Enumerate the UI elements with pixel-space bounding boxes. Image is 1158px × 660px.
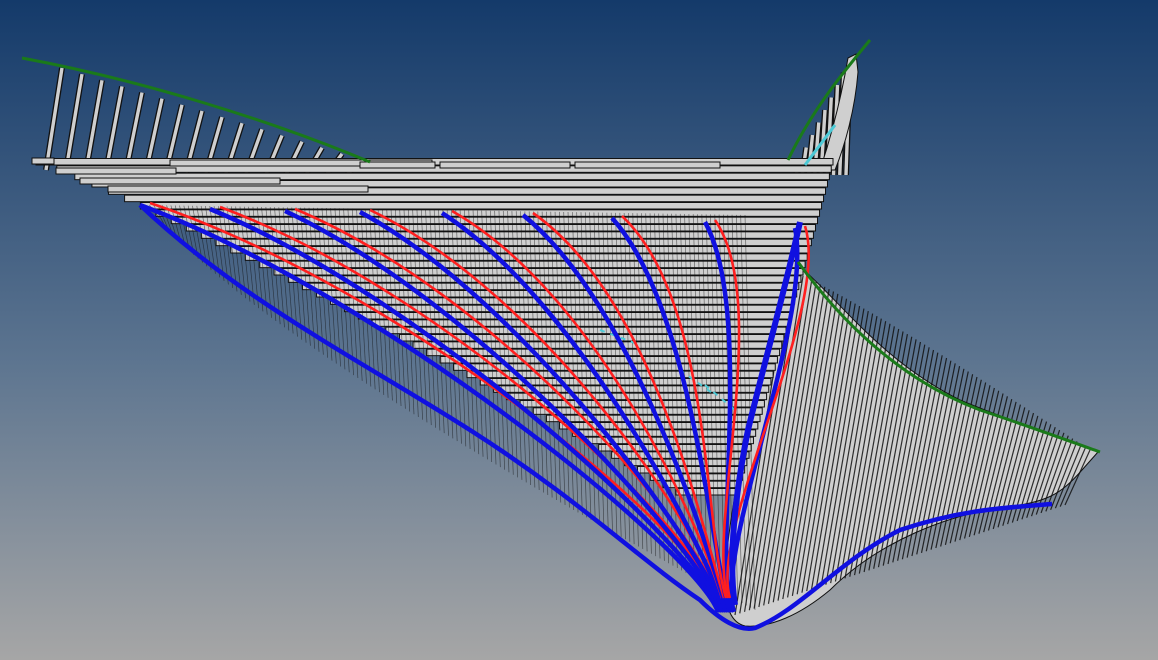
deck-plate: [359, 161, 436, 169]
hull-model-scene[interactable]: [0, 0, 1158, 660]
deck-plate: [574, 161, 721, 169]
deck-plate: [31, 157, 55, 165]
cad-3d-viewport[interactable]: [0, 0, 1158, 660]
deck-plate: [439, 161, 571, 169]
deck-stringer: [170, 216, 819, 225]
deck-plate: [79, 177, 281, 185]
deck-stringer: [139, 202, 823, 210]
deck-stringer: [155, 209, 821, 217]
deck-plate: [55, 167, 177, 175]
deck-plate: [107, 185, 369, 193]
deck-stringer: [124, 194, 825, 203]
